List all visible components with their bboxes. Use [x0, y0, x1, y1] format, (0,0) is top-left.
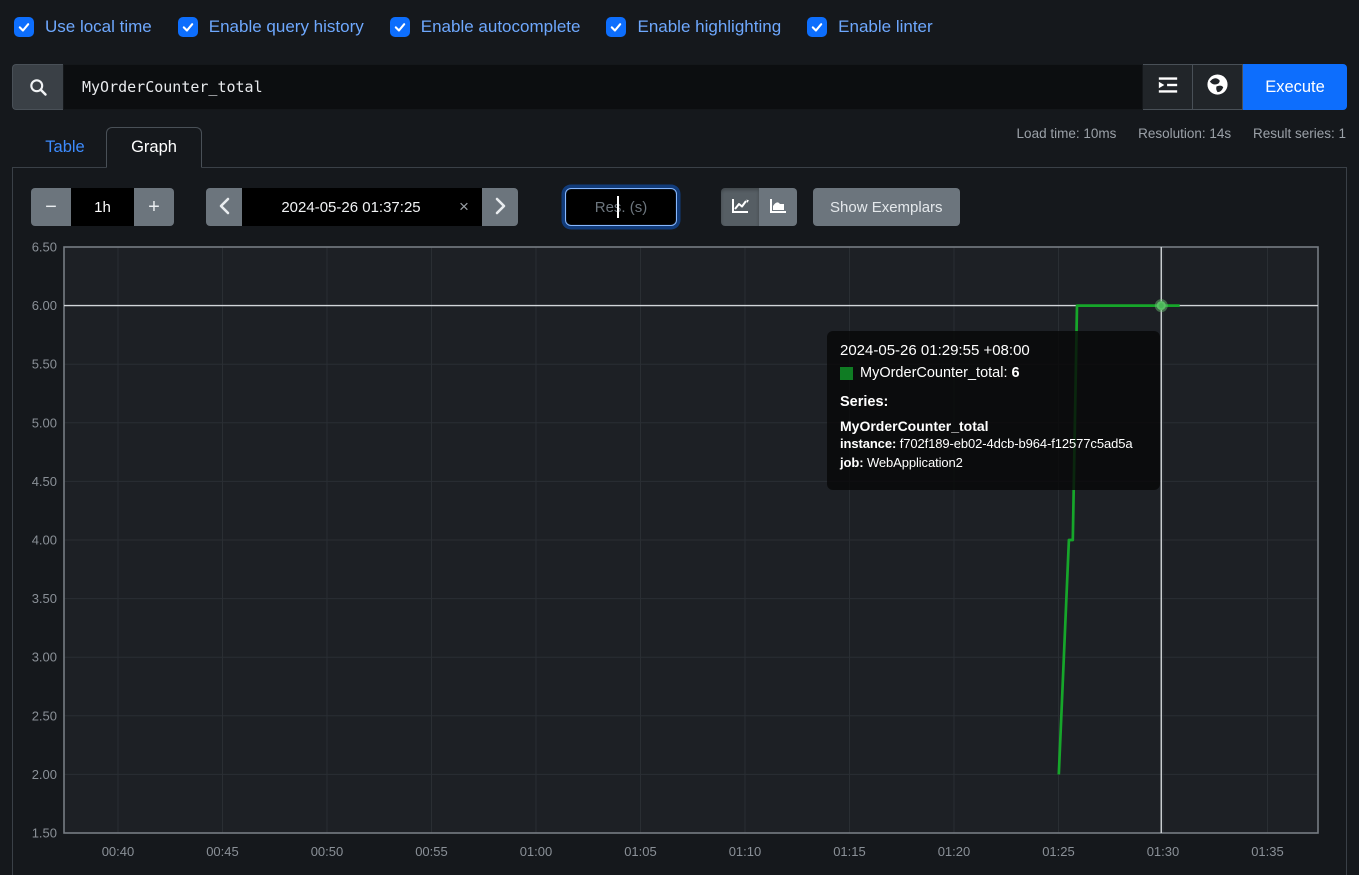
next-time-button[interactable] [482, 188, 518, 226]
range-input[interactable] [71, 188, 134, 226]
line-chart-button[interactable] [721, 188, 759, 226]
chevron-left-icon [219, 197, 230, 218]
tab-graph[interactable]: Graph [106, 127, 202, 168]
x-tick-label: 00:55 [415, 844, 448, 859]
tooltip-instance-label: instancef702f189-eb02-4dcb-b964-f12577c5… [840, 434, 1150, 453]
show-exemplars-button[interactable]: Show Exemplars [813, 188, 960, 226]
x-tick-label: 01:05 [624, 844, 657, 859]
decrease-range-button[interactable]: − [31, 188, 71, 226]
tooltip-series-label: MyOrderCounter_total [860, 365, 1012, 381]
label-key: job [840, 455, 867, 470]
y-tick-label: 6.50 [32, 240, 57, 255]
tooltip-series-heading: Series: [840, 394, 889, 410]
chevron-right-icon [495, 197, 506, 218]
x-tick-label: 00:40 [102, 844, 135, 859]
series-color-swatch [840, 366, 853, 380]
y-tick-label: 6.00 [32, 298, 57, 313]
graph-controls: − + 2024-05-26 01:37:25 × Show Exemplars [31, 188, 960, 226]
tooltip-series-row: MyOrderCounter_total 6 [840, 365, 1150, 381]
increase-range-button[interactable]: + [134, 188, 174, 226]
x-tick-label: 01:35 [1251, 844, 1284, 859]
label-value: f702f189-eb02-4dcb-b964-f12577c5ad5a [899, 436, 1133, 451]
y-tick-label: 2.00 [32, 767, 57, 782]
label-value: WebApplication2 [866, 455, 963, 470]
y-tick-label: 2.50 [32, 708, 57, 723]
y-tick-label: 5.50 [32, 357, 57, 372]
text-caret [617, 196, 619, 218]
x-tick-label: 00:45 [206, 844, 239, 859]
time-control-group: 2024-05-26 01:37:25 × [206, 188, 518, 226]
stacked-chart-button[interactable] [759, 188, 797, 226]
tooltip-metric-name: MyOrderCounter_total [840, 418, 989, 434]
y-tick-label: 5.00 [32, 415, 57, 430]
resolution-input-wrap [565, 188, 677, 226]
end-time-value[interactable]: 2024-05-26 01:37:25 [242, 199, 446, 216]
tooltip-value: 6 [1011, 365, 1020, 381]
x-tick-label: 01:30 [1147, 844, 1180, 859]
x-tick-label: 00:50 [311, 844, 344, 859]
clear-time-icon[interactable]: × [446, 197, 482, 217]
stacked-chart-icon [769, 197, 788, 217]
label-key: instance [840, 436, 900, 451]
resolution-input[interactable] [565, 188, 677, 226]
y-tick-label: 3.50 [32, 591, 57, 606]
y-tick-label: 3.00 [32, 650, 57, 665]
x-tick-label: 01:15 [833, 844, 866, 859]
graph-tooltip: 2024-05-26 01:29:55 +08:00 MyOrderCounte… [827, 331, 1160, 490]
y-tick-label: 1.50 [32, 826, 57, 841]
chart-type-toggle [721, 188, 797, 226]
y-tick-label: 4.00 [32, 533, 57, 548]
x-tick-label: 01:00 [520, 844, 553, 859]
y-tick-label: 4.50 [32, 474, 57, 489]
end-time-input[interactable]: 2024-05-26 01:37:25 × [242, 188, 482, 226]
hover-point-marker [1154, 299, 1168, 313]
tab-table[interactable]: Table [24, 127, 106, 168]
range-control-group: − + [31, 188, 174, 226]
x-tick-label: 01:10 [729, 844, 762, 859]
result-tabs: Table Graph [24, 127, 202, 168]
tooltip-timestamp: 2024-05-26 01:29:55 +08:00 [840, 342, 1030, 359]
x-tick-label: 01:25 [1042, 844, 1075, 859]
line-chart-icon [731, 197, 750, 217]
tooltip-job-label: jobWebApplication2 [840, 453, 1150, 472]
x-tick-label: 01:20 [938, 844, 971, 859]
previous-time-button[interactable] [206, 188, 242, 226]
